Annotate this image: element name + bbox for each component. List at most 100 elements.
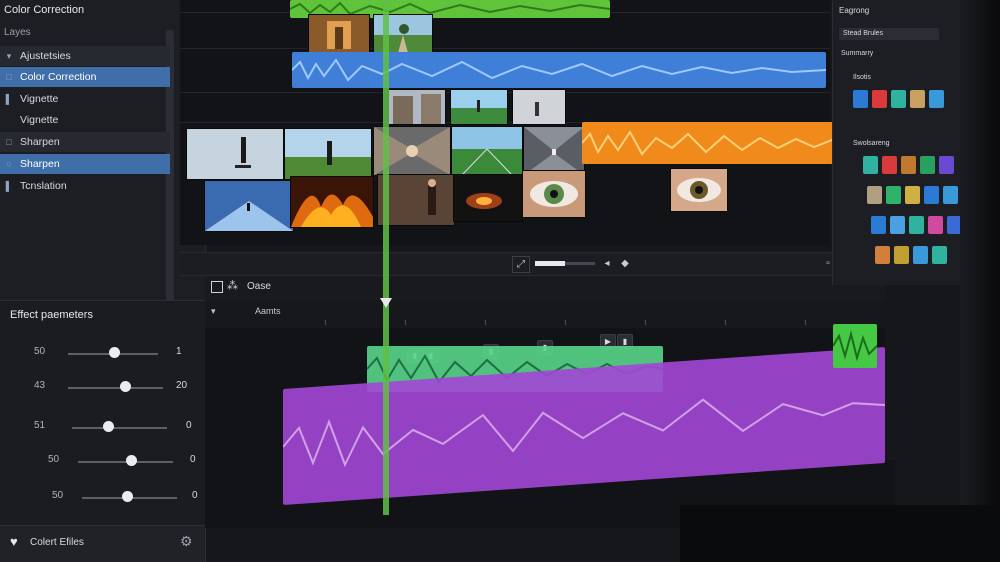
layer-item-vignette[interactable]: ▌ Vignette <box>0 89 170 109</box>
layer-item-sharpen[interactable]: □ Sharpen <box>0 132 170 152</box>
layer-item-adjustments[interactable]: ▾ Ajustetsies <box>0 46 170 66</box>
effect-parameters-title: Effect paemeters <box>10 309 93 321</box>
waveform <box>582 130 848 156</box>
bar-icon: ▌ <box>5 181 13 191</box>
thumbnail-snow-road[interactable] <box>204 180 294 232</box>
thumbnail-football-field[interactable] <box>451 126 523 176</box>
effect-thumbnail[interactable] <box>909 216 924 234</box>
param-label: 50 <box>52 490 64 501</box>
circle-icon: ○ <box>6 159 12 169</box>
slider-knob[interactable] <box>109 347 120 358</box>
param-value: 0 <box>192 490 198 501</box>
section-title: Swolsareng <box>853 140 890 147</box>
effect-thumbnail[interactable] <box>932 246 947 264</box>
audio-timeline[interactable]: ▮ ▮ ▮ ▮ ▶ ▮ <box>205 324 895 528</box>
param-value: 1 <box>176 346 182 357</box>
effect-thumbnail[interactable] <box>928 216 943 234</box>
effect-thumbnail[interactable] <box>929 90 944 108</box>
thumbnail-street-perspective[interactable] <box>523 126 585 176</box>
slider-knob[interactable] <box>126 455 137 466</box>
effect-thumbnail[interactable] <box>901 156 916 174</box>
checkbox[interactable] <box>211 281 223 293</box>
layer-item-vignette-sub[interactable]: Vignette <box>0 110 170 130</box>
thumbnail-runner-field[interactable] <box>450 89 508 125</box>
effect-thumbnail[interactable] <box>863 156 878 174</box>
back-icon[interactable]: ◂ <box>600 256 614 271</box>
forward-icon[interactable]: ◆ <box>618 256 632 271</box>
playhead-line[interactable] <box>383 0 389 515</box>
layers-panel: Color Correction Layes ▾ Ajustetsies □ Col… <box>0 0 206 562</box>
param-row: 50 1 <box>0 343 205 363</box>
layer-item-label: Tcnslation <box>20 180 67 192</box>
bar-icon: ▌ <box>5 94 13 104</box>
layer-item-color-correction[interactable]: □ Color Correction <box>0 67 170 87</box>
effect-thumbnail[interactable] <box>924 186 939 204</box>
empty-track-area <box>885 300 962 460</box>
effect-thumbnail[interactable] <box>910 90 925 108</box>
waveform <box>292 58 826 82</box>
effect-thumbnail[interactable] <box>894 246 909 264</box>
effect-thumbnail[interactable] <box>853 90 868 108</box>
param-label: 50 <box>34 346 46 357</box>
thumbnail-park-path[interactable] <box>373 14 433 54</box>
audio-track-label: Oase <box>247 281 271 292</box>
heart-icon[interactable]: ♥ <box>10 534 18 549</box>
thumbnail-green-eye[interactable] <box>522 170 586 218</box>
audio-clip-green-small[interactable] <box>833 324 877 368</box>
effect-thumbnail[interactable] <box>872 90 887 108</box>
param-row: 51 0 <box>0 417 205 437</box>
gear-icon[interactable]: ⚙ <box>180 533 193 550</box>
param-slider[interactable] <box>68 387 163 389</box>
slider-knob[interactable] <box>103 421 114 432</box>
thumbnail-fire-flames[interactable] <box>290 176 374 228</box>
param-label: 43 <box>34 380 46 391</box>
layer-item-translation[interactable]: ▌ Tcnslation <box>0 176 170 196</box>
time-ruler[interactable]: ▾ Aamts <box>205 300 885 329</box>
thumbnail-skater-snow[interactable] <box>186 128 284 180</box>
thumbnail-interior-hallway[interactable] <box>308 14 370 54</box>
effect-thumbnail[interactable] <box>891 90 906 108</box>
ruler-menu-icon[interactable]: ▾ <box>211 306 216 317</box>
layer-item-label: Sharpen <box>20 158 60 170</box>
effect-thumbnail[interactable] <box>913 246 928 264</box>
search-field-label: Stead Brules <box>843 30 884 37</box>
effect-thumbnail[interactable] <box>905 186 920 204</box>
search-field[interactable]: Stead Brules <box>839 28 939 40</box>
param-slider[interactable] <box>72 427 167 429</box>
video-timeline[interactable] <box>180 0 848 245</box>
playhead-marker[interactable] <box>380 298 392 308</box>
effect-thumbnail[interactable] <box>871 216 886 234</box>
effect-thumbnail[interactable] <box>867 186 882 204</box>
audio-clip-blue[interactable] <box>292 52 826 88</box>
effect-thumbnail[interactable] <box>890 216 905 234</box>
thumbnail-cave-fire[interactable] <box>453 174 523 222</box>
effect-thumbnail[interactable] <box>882 156 897 174</box>
effect-thumbnail[interactable] <box>943 186 958 204</box>
audio-track-header: ⁂ Oase <box>205 276 885 300</box>
slider-knob[interactable] <box>120 381 131 392</box>
effect-thumbnail[interactable] <box>920 156 935 174</box>
zoom-slider[interactable] <box>535 261 595 266</box>
footer-label[interactable]: Colert Efiles <box>30 537 84 548</box>
fit-icon[interactable]: ⤢ <box>512 256 530 273</box>
thumbnail-building-street[interactable] <box>388 89 446 125</box>
effects-browser-panel: Eagrong Stead Brules Summarry Ilsotis Sw… <box>832 0 963 285</box>
monitor-bezel <box>960 0 1000 562</box>
thumbnail-brown-eye[interactable] <box>670 168 728 212</box>
param-row: 50 0 <box>0 487 205 507</box>
collapse-icon[interactable]: ▾ <box>2 46 16 66</box>
section-title: Ilsotis <box>853 74 871 81</box>
param-label: 50 <box>48 454 60 465</box>
thumbnail-skater-grass[interactable] <box>284 128 372 180</box>
square-icon: □ <box>6 137 12 147</box>
param-value: 0 <box>190 454 196 465</box>
slider-knob[interactable] <box>122 491 133 502</box>
thumbnail-cityscape[interactable] <box>512 89 566 125</box>
effect-thumbnail[interactable] <box>886 186 901 204</box>
effect-thumbnail[interactable] <box>875 246 890 264</box>
audio-clip-orange[interactable] <box>582 122 848 164</box>
effect-parameters-panel: Effect paemeters 50 1 43 20 51 0 50 0 50… <box>0 300 205 526</box>
monitor-base <box>680 505 1000 562</box>
effect-thumbnail[interactable] <box>939 156 954 174</box>
layer-item-sharpen-selected[interactable]: ○ Sharpen <box>0 154 170 174</box>
